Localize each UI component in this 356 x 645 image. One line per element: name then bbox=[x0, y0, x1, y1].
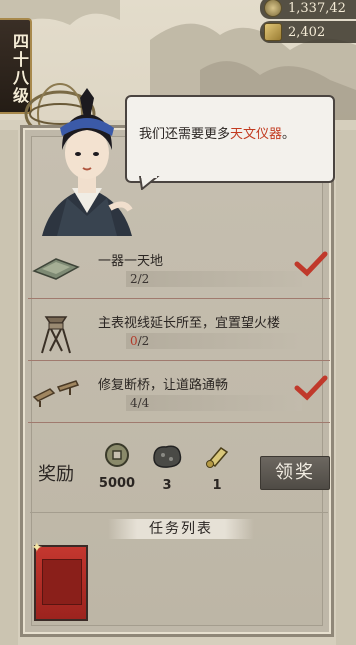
dialog-text: 我们还需要更多 bbox=[139, 127, 231, 142]
task-progress: 0/2 bbox=[130, 334, 150, 348]
book-cover-art bbox=[42, 559, 82, 605]
reward-value: 1 bbox=[212, 478, 222, 493]
check-icon bbox=[294, 375, 328, 401]
task-progress: 4/4 bbox=[130, 396, 150, 410]
progress-bar bbox=[126, 395, 302, 411]
reward-item: 3 bbox=[144, 442, 190, 493]
gold-ingot-icon bbox=[264, 23, 282, 41]
bubble-tail bbox=[138, 176, 160, 190]
scroll-icon bbox=[206, 447, 229, 468]
divider bbox=[30, 512, 328, 513]
watchtower-icon bbox=[41, 316, 71, 354]
coins-counter: 1,337,42 bbox=[260, 0, 356, 19]
gold-counter: 2,402 bbox=[260, 21, 356, 43]
task-row[interactable]: 修复断桥，让道路通畅 4/4 bbox=[28, 361, 330, 423]
task-progress: 2/2 bbox=[130, 272, 150, 286]
dialog-bubble: 我们还需要更多天文仪器。 bbox=[125, 95, 335, 183]
task-name: 主表视线延长所至，宜置望火楼 bbox=[98, 316, 281, 331]
coin-icon bbox=[264, 0, 282, 17]
ore-icon bbox=[153, 445, 182, 468]
gold-value: 2,402 bbox=[288, 24, 326, 40]
instrument-icon bbox=[32, 258, 80, 280]
dialog-text-end: 。 bbox=[282, 127, 296, 142]
reward-item: 5000 bbox=[94, 442, 140, 491]
task-name: 修复断桥，让道路通畅 bbox=[98, 378, 229, 393]
reward-value: 3 bbox=[162, 478, 172, 493]
task-name: 一器一天地 bbox=[98, 254, 164, 269]
task-list-title: 任务列表 bbox=[108, 519, 254, 539]
reward-value: 5000 bbox=[98, 476, 136, 491]
coin-icon bbox=[105, 443, 129, 467]
reward-item: 1 bbox=[194, 442, 240, 493]
check-icon bbox=[294, 251, 328, 277]
reward-label: 奖励 bbox=[38, 464, 74, 485]
dialog-highlight: 天文仪器 bbox=[230, 127, 283, 142]
bridge-icon bbox=[32, 380, 80, 407]
progress-bar bbox=[126, 333, 302, 349]
sparkle-icon: ✦ bbox=[31, 540, 43, 556]
task-row[interactable]: 一器一天地 2/2 bbox=[28, 237, 330, 299]
task-book-item[interactable] bbox=[34, 545, 88, 621]
task-row[interactable]: 主表视线延长所至，宜置望火楼 0/2 bbox=[28, 299, 330, 361]
coins-value: 1,337,42 bbox=[288, 0, 346, 16]
progress-bar bbox=[126, 271, 302, 287]
claim-reward-button[interactable]: 领奖 bbox=[260, 456, 330, 490]
